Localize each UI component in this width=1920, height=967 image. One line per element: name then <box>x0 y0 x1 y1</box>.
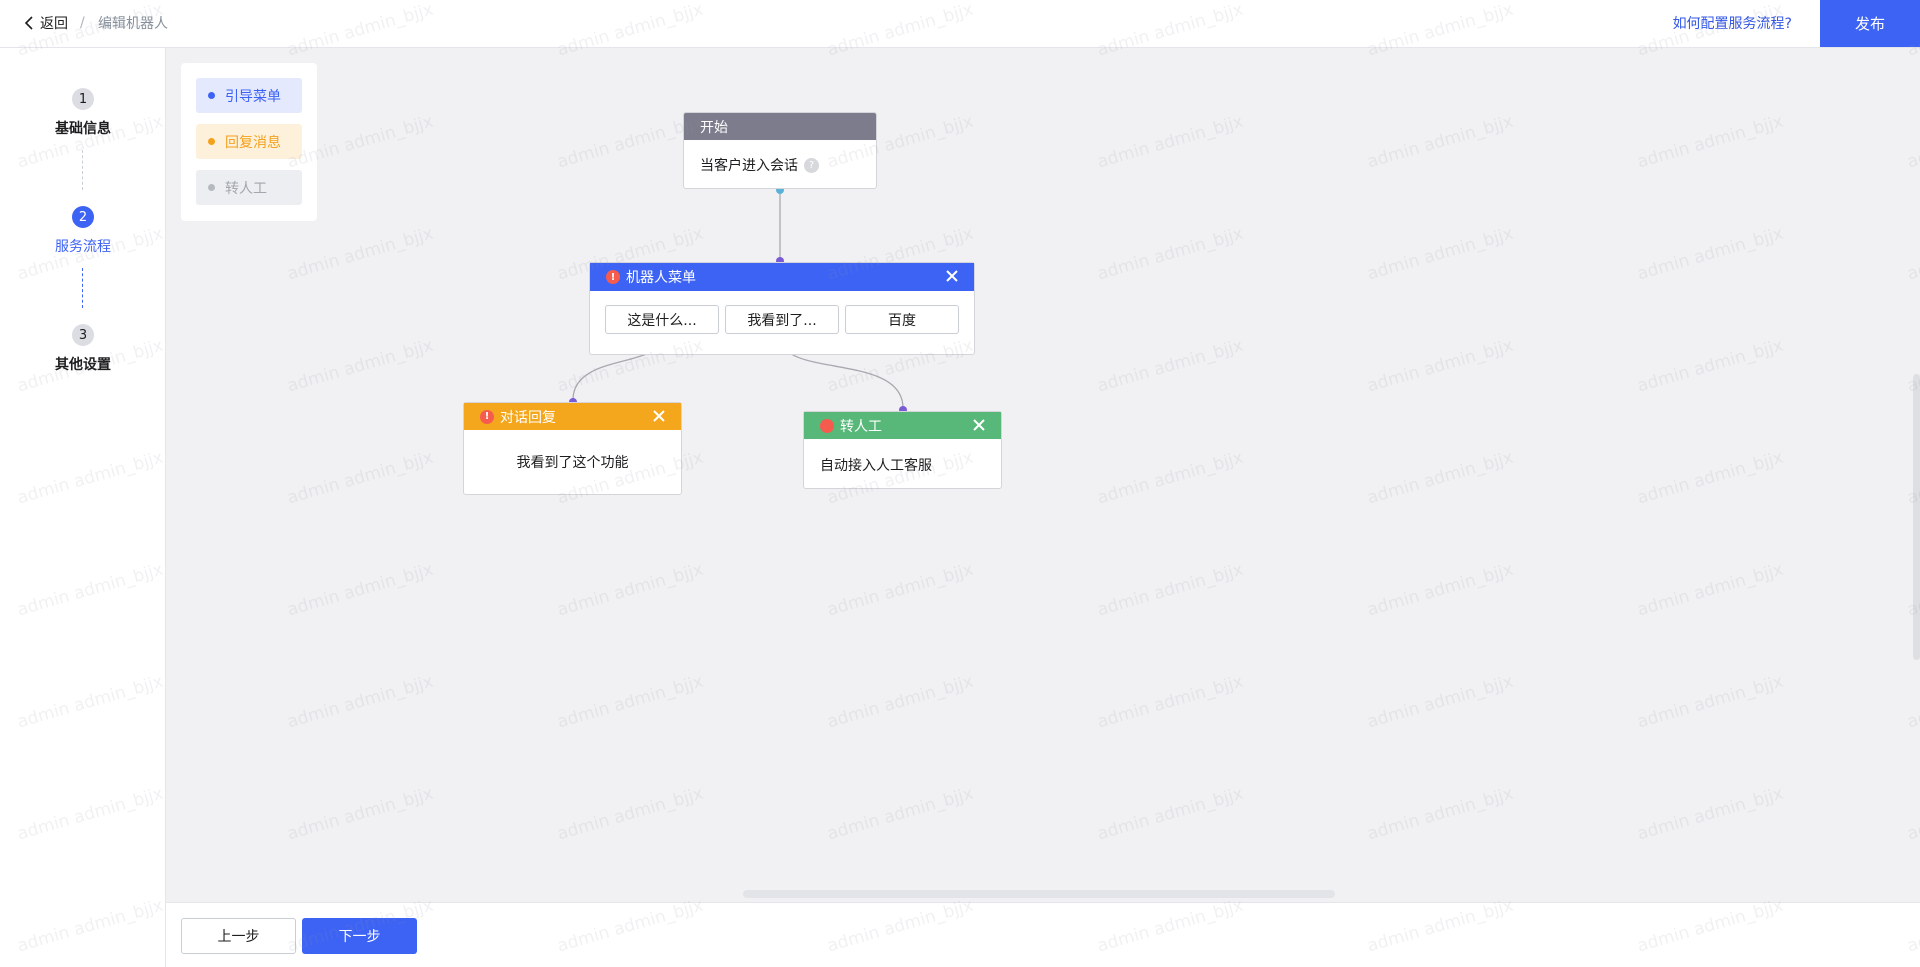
transfer-human-body: 自动接入人工客服 <box>804 439 1001 491</box>
vertical-scrollbar[interactable] <box>1913 374 1920 660</box>
back-button[interactable]: 返回 <box>24 0 68 46</box>
step-connector <box>82 268 83 308</box>
reply-node-title: 对话回复 <box>500 409 556 426</box>
dot-icon <box>208 138 215 145</box>
flow-canvas[interactable]: 引导菜单 回复消息 转人工 开始 当客户进入会话 ? ! 机器人菜单 这是什么.… <box>166 48 1920 902</box>
step-connector <box>82 150 83 190</box>
start-node-body: 当客户进入会话 ? <box>684 140 876 190</box>
step-number: 3 <box>72 324 94 346</box>
menu-options: 这是什么... 我看到了... 百度 <box>590 291 974 348</box>
menu-option-button[interactable]: 这是什么... <box>605 305 719 334</box>
close-icon[interactable] <box>944 268 960 284</box>
robot-menu-header: ! 机器人菜单 <box>590 263 974 291</box>
horizontal-scrollbar[interactable] <box>743 890 1335 898</box>
step-basic-info[interactable]: 1 基础信息 <box>0 88 166 138</box>
start-node[interactable]: 开始 当客户进入会话 ? <box>683 112 877 189</box>
robot-menu-title: 机器人菜单 <box>626 270 696 286</box>
step-label: 其他设置 <box>55 357 111 373</box>
top-header: 返回 / 编辑机器人 如何配置服务流程? 发布 <box>0 0 1920 48</box>
reply-node[interactable]: ! 对话回复 我看到了这个功能 <box>463 402 682 495</box>
close-icon[interactable] <box>651 408 667 424</box>
chevron-left-icon <box>24 16 33 30</box>
breadcrumb-current: 编辑机器人 <box>98 16 168 32</box>
step-label: 基础信息 <box>55 121 111 137</box>
error-icon: ! <box>606 270 620 284</box>
transfer-human-text: 自动接入人工客服 <box>820 458 932 474</box>
node-palette: 引导菜单 回复消息 转人工 <box>181 63 317 221</box>
palette-item-reply-message[interactable]: 回复消息 <box>196 124 302 159</box>
palette-item-label: 转人工 <box>225 180 267 197</box>
robot-menu-node[interactable]: ! 机器人菜单 这是什么... 我看到了... 百度 <box>589 262 975 355</box>
menu-option-button[interactable]: 我看到了... <box>725 305 839 334</box>
palette-item-guide-menu[interactable]: 引导菜单 <box>196 78 302 113</box>
start-node-header: 开始 <box>684 113 876 140</box>
breadcrumb-separator: / <box>80 15 85 31</box>
publish-button[interactable]: 发布 <box>1820 0 1920 47</box>
error-icon: ! <box>480 409 494 424</box>
steps-sidebar: 1 基础信息 2 服务流程 3 其他设置 <box>0 48 166 967</box>
footer-bar: 上一步 下一步 <box>166 902 1920 967</box>
step-service-flow[interactable]: 2 服务流程 <box>0 206 166 256</box>
dot-icon <box>208 92 215 99</box>
reply-node-body: 我看到了这个功能 <box>464 430 681 494</box>
palette-item-transfer-human[interactable]: 转人工 <box>196 170 302 205</box>
back-label: 返回 <box>40 16 68 32</box>
start-node-title: 开始 <box>700 119 728 136</box>
help-link[interactable]: 如何配置服务流程? <box>1673 0 1792 46</box>
error-icon <box>820 418 834 433</box>
next-step-button[interactable]: 下一步 <box>302 918 417 954</box>
palette-item-label: 引导菜单 <box>225 88 281 105</box>
transfer-human-title: 转人工 <box>840 418 882 435</box>
reply-node-header: ! 对话回复 <box>464 403 681 430</box>
reply-node-text: 我看到了这个功能 <box>516 455 629 471</box>
menu-option-button[interactable]: 百度 <box>845 305 959 334</box>
step-label: 服务流程 <box>55 239 111 255</box>
prev-step-button[interactable]: 上一步 <box>181 918 296 954</box>
dot-icon <box>208 184 215 191</box>
flow-connections <box>569 186 907 414</box>
start-node-text: 当客户进入会话 <box>700 158 798 174</box>
help-icon[interactable]: ? <box>804 157 819 173</box>
palette-item-label: 回复消息 <box>225 134 281 151</box>
transfer-human-header: 转人工 <box>804 412 1001 439</box>
close-icon[interactable] <box>971 417 987 433</box>
step-other-settings[interactable]: 3 其他设置 <box>0 324 166 374</box>
step-number: 2 <box>72 206 94 228</box>
transfer-human-node[interactable]: 转人工 自动接入人工客服 <box>803 411 1002 489</box>
step-number: 1 <box>72 88 94 110</box>
